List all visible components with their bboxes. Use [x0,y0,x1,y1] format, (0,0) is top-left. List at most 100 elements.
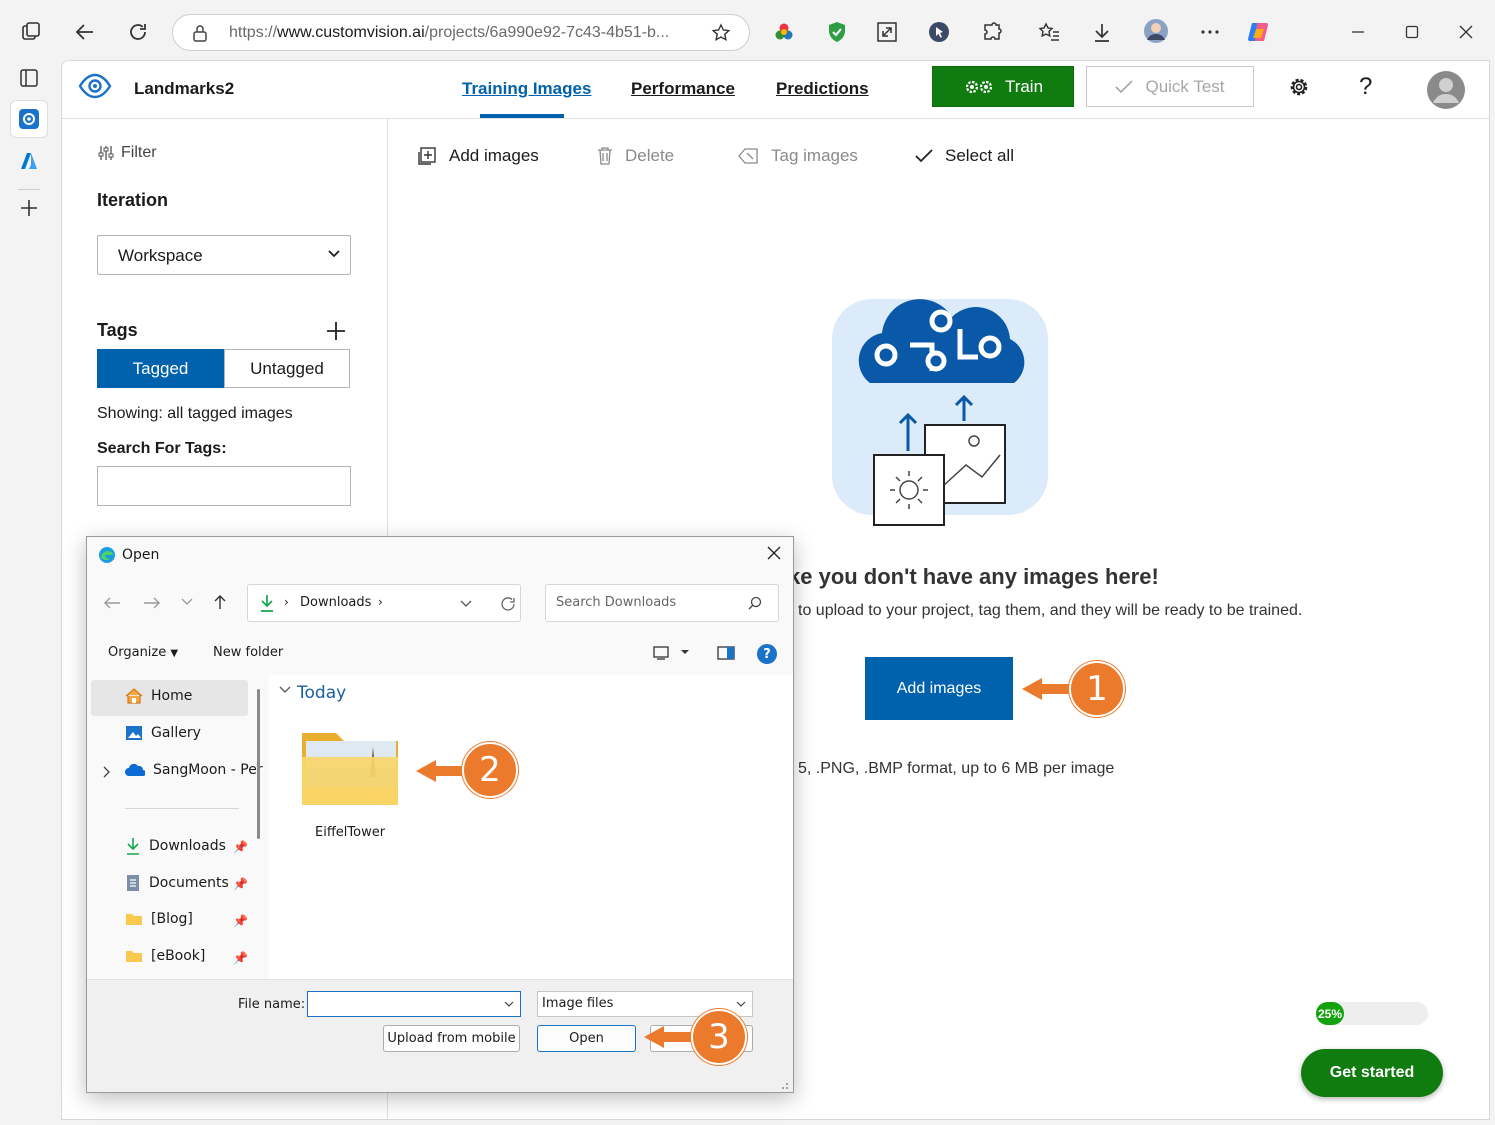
select-all-toolbar-button[interactable]: Select all [915,146,1014,166]
preview-pane-icon[interactable] [717,646,735,660]
annotation-arrow-2 [416,760,464,782]
dialog-path-bar[interactable]: › Downloads › [247,584,521,622]
add-images-toolbar-button[interactable]: Add images [417,146,539,166]
chevron-down-icon [328,249,340,259]
path-history-chevron-icon[interactable] [460,600,472,608]
tag-images-toolbar-button[interactable]: Tag images [737,146,858,166]
cursor-extension-icon[interactable] [922,15,956,49]
settings-gear-icon[interactable] [1288,76,1310,98]
annotation-badge-2: 2 [462,742,518,798]
resize-grip-icon[interactable] [777,1078,789,1090]
dialog-recent-chevron-icon[interactable] [181,598,193,606]
dialog-help-icon[interactable]: ? [757,644,777,664]
pin-icon: 📌 [233,951,248,965]
nav-scrollbar[interactable] [257,689,260,839]
tab-actions-icon[interactable] [14,15,48,49]
nav-item-downloads[interactable]: Downloads [125,837,226,855]
filter-toggle[interactable]: Filter [97,144,157,162]
favorites-list-icon[interactable] [1032,15,1066,49]
train-label: Train [1004,76,1044,96]
filter-label: Filter [121,144,157,161]
add-image-icon [417,146,437,166]
group-today-label: Today [297,683,347,703]
address-bar[interactable]: https://www.customvision.ai/projects/6a9… [172,14,750,51]
maximize-icon[interactable] [1395,15,1429,49]
chevron-down-icon [504,1001,514,1008]
nav-item-gallery[interactable]: Gallery [125,725,201,741]
more-options-icon[interactable] [1193,15,1227,49]
quick-test-button[interactable]: Quick Test [1086,66,1254,107]
tab-training-images[interactable]: Training Images [462,79,591,99]
dialog-up-icon[interactable] [213,594,227,610]
nav-item-home[interactable]: Home [125,688,192,704]
shield-extension-icon[interactable] [820,15,854,49]
open-button[interactable]: Open [537,1025,636,1052]
dialog-search-icon [748,596,762,610]
organize-menu[interactable]: Organize ▼ [108,645,178,660]
add-images-button[interactable]: Add images [865,657,1013,720]
checkmark-icon [915,149,933,163]
view-options-icon[interactable] [653,646,689,660]
azure-icon[interactable] [10,142,48,180]
nav-item-documents[interactable]: Documents [125,874,229,892]
file-name-input[interactable] [307,991,521,1017]
upload-from-mobile-button[interactable]: Upload from mobile [383,1025,520,1052]
select-all-label: Select all [945,146,1014,165]
search-tags-input[interactable] [97,466,351,506]
annotation-badge-3: 3 [691,1009,747,1065]
edge-browser-icon [98,546,116,564]
tab-predictions[interactable]: Predictions [776,79,869,99]
project-name[interactable]: Landmarks2 [134,79,234,99]
tab-performance[interactable]: Performance [631,79,735,99]
sidebar-toggle-icon[interactable] [10,59,48,97]
custom-vision-app-icon[interactable] [10,100,48,138]
open-file-dialog: Open › Downloads › Search Downloads Orga… [86,536,794,1093]
copilot-icon[interactable] [1242,15,1276,49]
untagged-filter-button[interactable]: Untagged [224,349,350,388]
train-button[interactable]: Train [932,66,1074,107]
back-icon[interactable] [68,15,102,49]
add-sidebar-app-icon[interactable] [10,189,48,227]
folder-eiffeltower-icon[interactable] [300,727,400,807]
delete-toolbar-button[interactable]: Delete [597,146,674,166]
breadcrumb-separator-icon: › [284,595,289,609]
dialog-back-icon[interactable] [103,596,121,610]
close-dialog-icon[interactable] [767,546,781,560]
nav-item-onedrive[interactable]: SangMoon - Per [125,762,263,778]
active-tab-indicator [480,114,564,118]
browser-sidebar [0,62,60,1125]
folder-eiffeltower-label[interactable]: EiffelTower [315,825,385,840]
extensions-puzzle-icon[interactable] [975,15,1009,49]
custom-vision-logo-icon[interactable] [78,72,112,100]
new-folder-button[interactable]: New folder [213,645,283,660]
breadcrumb-downloads[interactable]: Downloads [300,595,371,610]
get-started-button[interactable]: Get started [1301,1049,1443,1097]
nav-item-ebook[interactable]: [eBook] [125,948,205,964]
add-tag-plus-icon[interactable] [326,321,346,341]
help-button[interactable]: ? [1359,73,1372,101]
tagged-filter-button[interactable]: Tagged [97,349,224,388]
onboarding-progress: 25% [1316,1002,1428,1025]
user-avatar-icon[interactable] [1426,70,1466,110]
trash-icon [597,146,613,166]
favorite-star-icon[interactable] [711,23,731,43]
nav-item-blog[interactable]: [Blog] [125,911,193,927]
nav-home-label: Home [151,688,193,704]
expand-icon[interactable] [870,15,904,49]
dialog-refresh-icon[interactable] [500,596,516,612]
minimize-icon[interactable] [1341,15,1375,49]
close-window-icon[interactable] [1449,15,1483,49]
dialog-search-input[interactable]: Search Downloads [545,584,779,622]
gears-icon [963,78,995,96]
profile-avatar-icon[interactable] [1139,14,1173,48]
downloads-icon[interactable] [1085,15,1119,49]
color-extension-icon[interactable] [767,15,801,49]
filter-sliders-icon [97,144,115,162]
refresh-icon[interactable] [121,15,155,49]
expand-chevron-icon[interactable] [103,766,111,778]
documents-icon [125,874,141,892]
dialog-forward-icon[interactable] [143,596,161,610]
iteration-select[interactable]: Workspace [97,235,351,275]
folder-icon [125,912,143,926]
group-collapse-chevron-icon[interactable] [279,686,291,694]
